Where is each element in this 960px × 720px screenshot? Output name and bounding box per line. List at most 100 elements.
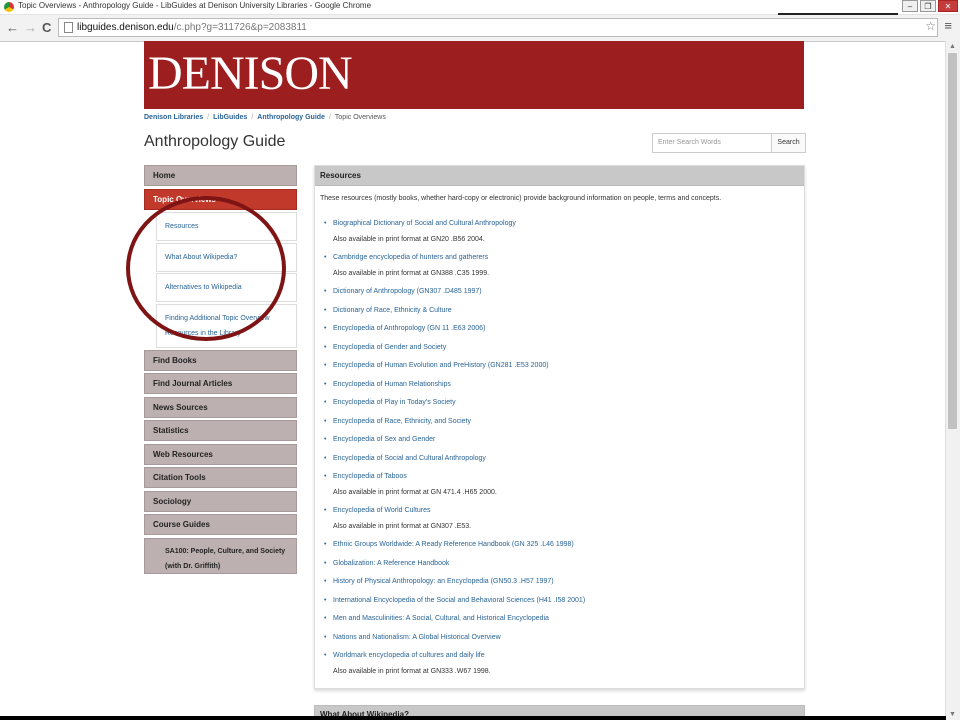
resource-link[interactable]: History of Physical Anthropology: an Enc… [333,574,585,590]
breadcrumb-anthropology-guide[interactable]: Anthropology Guide [257,114,325,121]
subnav-item-alternatives-to-wikipedia[interactable]: Alternatives to Wikipedia [156,273,297,302]
list-item: Encyclopedia of Sex and Gender [323,432,585,448]
resource-note: Also available in print format at GN307 … [333,522,472,530]
resource-note: Also available in print format at GN 471… [333,488,497,496]
restore-button[interactable]: ❐ [920,0,936,12]
denison-logo[interactable]: DENISON [148,48,353,100]
resource-note: Also available in print format at GN388 … [333,269,490,277]
list-item: Encyclopedia of Social and Cultural Anth… [323,451,585,467]
list-item: Nations and Nationalism: A Global Histor… [323,630,585,646]
resource-note: Also available in print format at GN20 .… [333,235,485,243]
nav-item-news-sources[interactable]: News Sources [144,396,297,418]
resource-link[interactable]: Encyclopedia of Play in Today's Society [333,395,585,411]
resources-panel: Resources These resources (mostly books,… [314,165,805,689]
nav-item-find-books[interactable]: Find Books [144,349,297,371]
resource-link[interactable]: Men and Masculinities: A Social, Cultura… [333,611,585,627]
vertical-scrollbar[interactable]: ▲ ▼ [945,41,960,720]
browser-window: Topic Overviews - Anthropology Guide - L… [0,0,960,720]
url-input[interactable]: libguides.denison.edu/c.php?g=311726&p=2… [58,18,938,37]
nav-item-citation-tools[interactable]: Citation Tools [144,467,297,488]
nav-item-sa100-course[interactable]: SA100: People, Culture, and Society (wit… [144,537,297,574]
reload-icon[interactable]: C [42,20,51,35]
window-bottom-edge [0,716,946,720]
list-item: Encyclopedia of Anthropology (GN 11 .E63… [323,321,585,337]
forward-icon[interactable]: → [24,20,37,35]
resource-link[interactable]: International Encyclopedia of the Social… [333,593,585,609]
subnav-item-finding-additional-resources[interactable]: Finding Additional Topic Overview Resour… [156,303,297,348]
list-item: Encyclopedia of Human Relationships [323,377,585,393]
resource-link[interactable]: Encyclopedia of Social and Cultural Anth… [333,451,585,467]
list-item: Worldmark encyclopedia of cultures and d… [323,648,585,679]
list-item: Cambridge encyclopedia of hunters and ga… [323,250,585,281]
list-item: Encyclopedia of Play in Today's Society [323,395,585,411]
breadcrumb-separator: / [328,114,331,121]
resource-link[interactable]: Encyclopedia of Gender and Society [333,340,585,356]
minimize-button[interactable]: – [902,0,918,12]
resource-link[interactable]: Encyclopedia of Human Evolution and PreH… [333,358,585,374]
list-item: Men and Masculinities: A Social, Cultura… [323,611,585,627]
subnav-item-what-about-wikipedia[interactable]: What About Wikipedia? [156,242,297,272]
search-button[interactable]: Search [772,133,806,153]
window-title: Topic Overviews - Anthropology Guide - L… [18,1,372,10]
back-icon[interactable]: ← [6,20,19,35]
resource-link[interactable]: Encyclopedia of World Cultures [333,503,585,519]
page-title: Anthropology Guide [144,133,286,150]
resource-link[interactable]: Dictionary of Race, Ethnicity & Culture [333,303,585,319]
list-item: Encyclopedia of Human Evolution and PreH… [323,358,585,374]
resource-link[interactable]: Encyclopedia of Taboos [333,469,585,485]
resource-link[interactable]: Encyclopedia of Human Relationships [333,377,585,393]
nav-item-web-resources[interactable]: Web Resources [144,443,297,465]
breadcrumb-separator: / [251,114,254,121]
breadcrumb-denison-libraries[interactable]: Denison Libraries [144,114,203,121]
scroll-up-icon[interactable]: ▲ [949,43,956,50]
list-item: History of Physical Anthropology: an Enc… [323,574,585,590]
subnav: Resources What About Wikipedia? Alternat… [156,212,297,348]
breadcrumb: Denison Libraries / LibGuides / Anthropology… [144,114,386,121]
list-item: Encyclopedia of Taboos Also available in … [323,469,585,500]
list-item: Ethnic Groups Worldwide: A Ready Referen… [323,537,585,553]
search-input[interactable]: Enter Search Words [652,133,772,153]
chrome-icon [4,2,14,12]
resource-link[interactable]: Encyclopedia of Race, Ethnicity, and Soc… [333,414,585,430]
list-item: Dictionary of Race, Ethnicity & Culture [323,303,585,319]
list-item: Encyclopedia of Race, Ethnicity, and Soc… [323,414,585,430]
resource-link[interactable]: Biographical Dictionary of Social and Cu… [333,216,585,232]
list-item: Dictionary of Anthropology (GN307 .D485 … [323,284,585,300]
address-bar: ← → C libguides.denison.edu/c.php?g=3117… [0,15,960,42]
breadcrumb-separator: / [207,114,210,121]
nav-item-home[interactable]: Home [144,165,297,186]
scrollbar-thumb[interactable] [948,53,957,429]
resource-link[interactable]: Encyclopedia of Sex and Gender [333,432,585,448]
panel-heading: Resources [315,166,804,186]
resource-link[interactable]: Ethnic Groups Worldwide: A Ready Referen… [333,537,585,553]
menu-icon[interactable]: ≡ [944,18,952,33]
title-bar: Topic Overviews - Anthropology Guide - L… [0,0,960,15]
list-item: Encyclopedia of World Cultures Also avail… [323,503,585,534]
list-item: Encyclopedia of Gender and Society [323,340,585,356]
breadcrumb-libguides[interactable]: LibGuides [213,114,247,121]
list-item: International Encyclopedia of the Social… [323,593,585,609]
resource-link[interactable]: Encyclopedia of Anthropology (GN 11 .E63… [333,321,585,337]
resource-link[interactable]: Globalization: A Reference Handbook [333,556,585,572]
resource-link[interactable]: Dictionary of Anthropology (GN307 .D485 … [333,284,585,300]
site-banner: DENISON [144,41,804,109]
url-path: /c.php?g=311726&p=2083811 [173,22,307,33]
resource-list: Biographical Dictionary of Social and Cu… [323,216,585,682]
resource-link[interactable]: Worldmark encyclopedia of cultures and d… [333,648,585,664]
nav-item-topic-overviews[interactable]: Topic Overviews [144,188,297,210]
scroll-down-icon[interactable]: ▼ [949,711,956,718]
bookmark-star-icon[interactable]: ☆ [925,19,936,33]
url-host: libguides.denison.edu [77,22,174,33]
nav-item-statistics[interactable]: Statistics [144,420,297,441]
breadcrumb-current: Topic Overviews [334,114,386,121]
resource-note: Also available in print format at GN333 … [333,667,491,675]
close-button[interactable]: ✕ [938,0,958,12]
search-box: Enter Search Words Search [652,133,806,153]
nav-item-course-guides[interactable]: Course Guides [144,514,297,535]
list-item: Globalization: A Reference Handbook [323,556,585,572]
resource-link[interactable]: Cambridge encyclopedia of hunters and ga… [333,250,585,266]
subnav-item-resources[interactable]: Resources [156,212,297,241]
nav-item-sociology[interactable]: Sociology [144,490,297,512]
resource-link[interactable]: Nations and Nationalism: A Global Histor… [333,630,585,646]
nav-item-find-journal-articles[interactable]: Find Journal Articles [144,373,297,394]
